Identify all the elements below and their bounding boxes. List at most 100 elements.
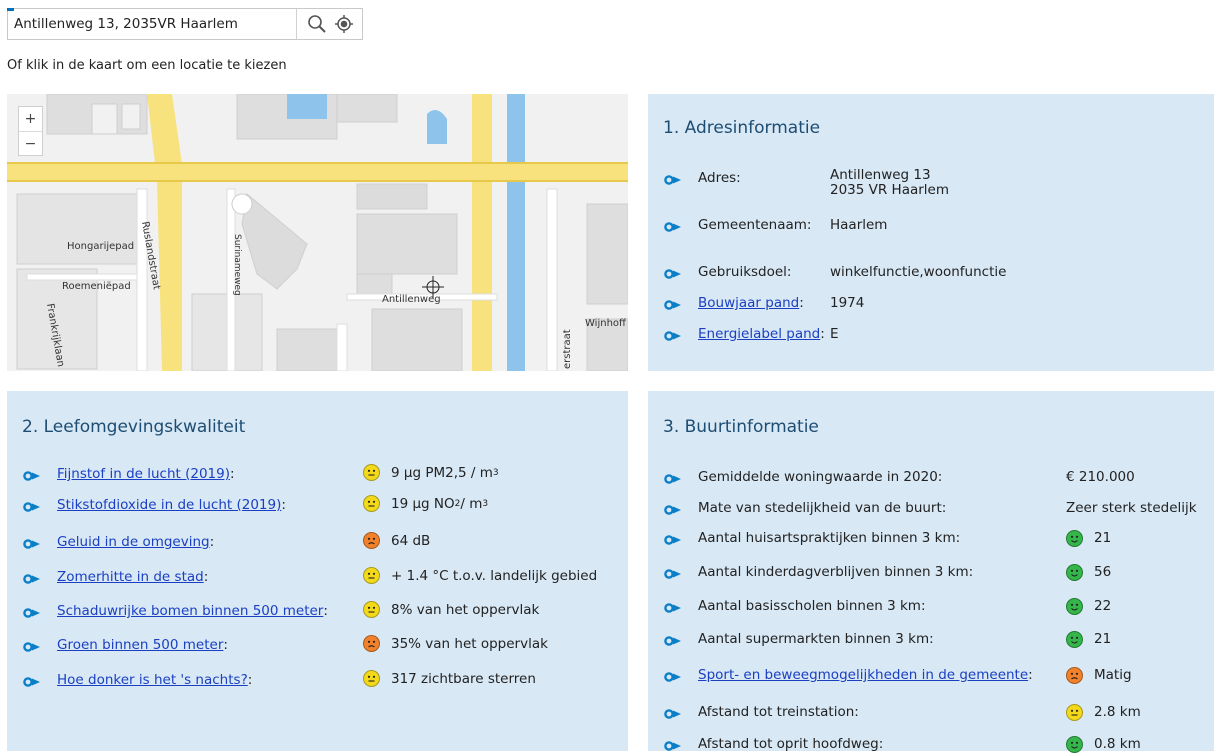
neutral-face-icon [1066, 703, 1083, 721]
row-suffix: : [209, 534, 215, 550]
sport-link[interactable]: Sport- en beweegmogelijkheden in de geme… [698, 667, 1028, 683]
happy-face-icon [1066, 597, 1083, 615]
bullet-icon [664, 567, 682, 579]
row-label: Gebruiksdoel: [698, 264, 792, 280]
row-value: 56 [1066, 562, 1111, 582]
map-canvas[interactable]: Hongarijepad Ruslandstraat Roemeniëpad F… [7, 94, 628, 371]
row-schaduwrijke-bomen: Schaduwrijke bomen binnen 500 meter: [23, 601, 328, 621]
happy-face-icon [1066, 630, 1083, 648]
locate-button[interactable] [331, 12, 357, 36]
row-value: 21 [1066, 528, 1111, 548]
row-label: Mate van stedelijkheid van de buurt: [698, 500, 947, 516]
street-label-erstraat: erstraat [562, 329, 573, 369]
row-stedelijkheid: Mate van stedelijkheid van de buurt: [664, 498, 946, 518]
value-text: 317 zichtbare sterren [391, 670, 536, 687]
row-value: 2.8 km [1066, 702, 1141, 722]
energielabel-link[interactable]: Energielabel pand [698, 326, 820, 342]
sad-face-icon [363, 532, 380, 549]
row-value: 0.8 km [1066, 734, 1141, 754]
sad-face-icon [363, 635, 380, 652]
row-suffix: : [203, 569, 209, 585]
row-label: Aantal huisartspraktijken binnen 3 km: [698, 530, 961, 546]
value-text: 35% van het oppervlak [391, 635, 548, 652]
bullet-icon [23, 640, 41, 652]
row-label: Gemeentenaam: [698, 217, 812, 233]
bullet-icon [664, 634, 682, 646]
schaduwrijke-bomen-link[interactable]: Schaduwrijke bomen binnen 500 meter [57, 603, 323, 619]
row-value: 8% van het oppervlak [363, 601, 539, 618]
street-label-roemeniepad: Roemeniëpad [62, 281, 131, 292]
panel-leefomgevingskwaliteit: 2. Leefomgevingskwaliteit Fijnstof in de… [7, 391, 628, 751]
stikstofdioxide-link[interactable]: Stikstofdioxide in de lucht (2019) [57, 497, 281, 513]
fijnstof-link[interactable]: Fijnstof in de lucht (2019) [57, 466, 230, 482]
row-gebruiksdoel: Gebruiksdoel: [664, 262, 791, 282]
row-value: 21 [1066, 629, 1111, 649]
row-value: Matig [1066, 665, 1132, 685]
row-suffix: : [799, 295, 804, 311]
zoom-out-button[interactable]: − [19, 131, 42, 156]
street-label-hongarijepad: Hongarijepad [67, 241, 134, 252]
map-hint-text: Of klik in de kaart om een locatie te ki… [7, 58, 287, 73]
street-label-antillenweg: Antillenweg [382, 294, 441, 305]
panel-adresinformatie: 1. Adresinformatie Adres: Antillenweg 13… [648, 94, 1214, 371]
value-text: 56 [1094, 564, 1112, 580]
bullet-icon [664, 707, 682, 719]
groen-link[interactable]: Groen binnen 500 meter [57, 637, 223, 653]
row-value: Antillenweg 13 2035 VR Haarlem [830, 168, 949, 198]
row-basisscholen: Aantal basisscholen binnen 3 km: [664, 596, 926, 616]
bouwjaar-link[interactable]: Bouwjaar pand [698, 295, 799, 311]
street-label-wijnhoff: Wijnhoff [585, 318, 627, 329]
map-view[interactable]: Hongarijepad Ruslandstraat Roemeniëpad F… [7, 94, 628, 371]
zoom-in-button[interactable]: + [19, 107, 42, 131]
value-text: 22 [1094, 598, 1112, 614]
bullet-icon [664, 220, 682, 232]
bullet-icon [23, 572, 41, 584]
value-text: 19 µg NO [391, 495, 455, 512]
row-value: winkelfunctie,woonfunctie [830, 264, 1007, 280]
value-sup: 3 [482, 498, 489, 509]
row-energielabel: Energielabel pand: [664, 324, 825, 344]
neutral-face-icon [363, 495, 380, 512]
row-zomerhitte: Zomerhitte in de stad: [23, 567, 208, 587]
neutral-face-icon [363, 567, 380, 584]
geluid-link[interactable]: Geluid in de omgeving [57, 534, 210, 550]
row-groen: Groen binnen 500 meter: [23, 635, 228, 655]
row-suffix: : [1028, 667, 1033, 683]
bullet-icon [664, 601, 682, 613]
address-search-input[interactable] [14, 12, 294, 36]
bullet-icon [664, 298, 682, 310]
search-button[interactable] [304, 12, 330, 36]
bullet-icon [664, 329, 682, 341]
bullet-icon [664, 267, 682, 279]
row-woningwaarde: Gemiddelde woningwaarde in 2020: [664, 467, 942, 487]
row-value: 1974 [830, 295, 865, 311]
row-suffix: : [230, 466, 235, 482]
bullet-icon [664, 533, 682, 545]
row-value: 9 µg PM2,5 / m3 [363, 464, 499, 481]
bullet-icon [23, 469, 41, 481]
row-label: Gemiddelde woningwaarde in 2020: [698, 469, 943, 485]
bullet-icon [23, 606, 41, 618]
row-value: Haarlem [830, 217, 888, 233]
row-value: 22 [1066, 596, 1111, 616]
row-treinstation: Afstand tot treinstation: [664, 702, 859, 722]
bullet-icon [664, 472, 682, 484]
bullet-icon [23, 500, 41, 512]
value-text: 21 [1094, 530, 1112, 546]
search-accent [7, 8, 14, 11]
zomerhitte-link[interactable]: Zomerhitte in de stad [57, 569, 204, 585]
search-separator [296, 9, 297, 39]
row-kinderdagverblijven: Aantal kinderdagverblijven binnen 3 km: [664, 562, 973, 582]
value-text: 64 dB [391, 532, 431, 549]
value-text: Matig [1094, 667, 1132, 683]
bullet-icon [23, 537, 41, 549]
address-line-2: 2035 VR Haarlem [830, 182, 950, 198]
value-text: + 1.4 °C t.o.v. landelijk gebied [391, 567, 598, 584]
locate-icon [335, 15, 353, 33]
sad-face-icon [1066, 666, 1083, 684]
bullet-icon [664, 503, 682, 515]
row-label: Afstand tot treinstation: [698, 704, 859, 720]
donker-link[interactable]: Hoe donker is het 's nachts? [57, 672, 248, 688]
panel-buurtinformatie: 3. Buurtinformatie Gemiddelde woningwaar… [648, 391, 1214, 754]
bullet-icon [664, 173, 682, 185]
